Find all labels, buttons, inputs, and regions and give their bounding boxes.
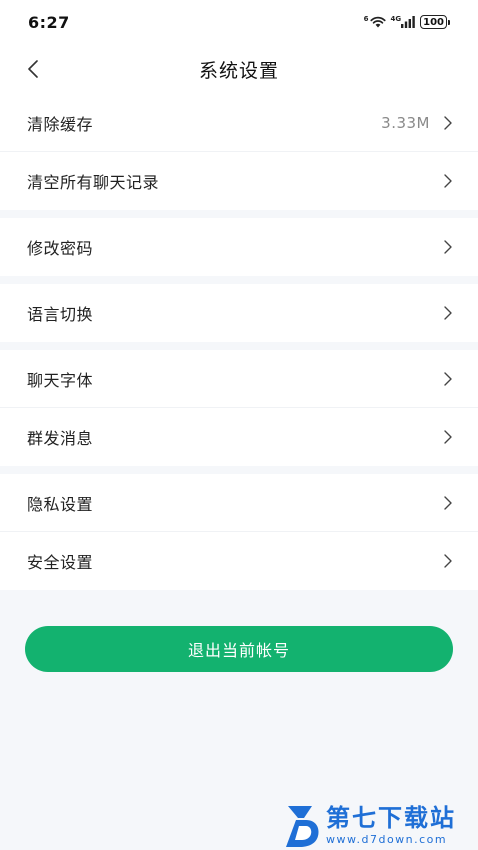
chevron-right-icon	[442, 371, 454, 387]
settings-item-security[interactable]: 安全设置	[0, 532, 478, 590]
settings-group-privacy: 隐私设置 安全设置	[0, 474, 478, 590]
chevron-right-icon	[442, 115, 454, 131]
system-icons: 6 4G 100	[364, 15, 450, 29]
wifi-badge: 6	[363, 15, 369, 23]
chevron-right-icon	[442, 429, 454, 445]
settings-item-chat-font[interactable]: 聊天字体	[0, 350, 478, 408]
settings-item-label: 安全设置	[27, 553, 94, 572]
settings-item-label: 清除缓存	[27, 115, 94, 134]
section-divider	[0, 466, 478, 474]
battery-level: 100	[420, 15, 447, 29]
chevron-right-icon	[442, 495, 454, 511]
settings-item-change-password[interactable]: 修改密码	[0, 218, 478, 276]
chevron-right-icon	[442, 173, 454, 189]
settings-item-clear-cache[interactable]: 清除缓存 3.33M	[0, 94, 478, 152]
section-divider	[0, 342, 478, 350]
network-type: 4G	[390, 15, 402, 23]
settings-item-label: 聊天字体	[27, 371, 94, 390]
settings-group-chat: 聊天字体 群发消息	[0, 350, 478, 466]
back-button[interactable]	[16, 52, 50, 86]
cellular-signal-icon: 4G	[391, 16, 416, 28]
settings-group-password: 修改密码	[0, 218, 478, 276]
chevron-right-icon	[442, 239, 454, 255]
page-title: 系统设置	[198, 59, 279, 82]
settings-item-label: 隐私设置	[27, 495, 94, 514]
chevron-right-icon	[442, 553, 454, 569]
section-divider	[0, 210, 478, 218]
settings-item-clear-chats[interactable]: 清空所有聊天记录	[0, 152, 478, 210]
settings-item-label: 群发消息	[27, 429, 94, 448]
settings-group-language: 语言切换	[0, 284, 478, 342]
settings-group-storage: 清除缓存 3.33M 清空所有聊天记录	[0, 94, 478, 210]
watermark-url: www.d7down.com	[326, 832, 448, 846]
chevron-left-icon	[28, 60, 38, 78]
nav-bar: 系统设置	[0, 44, 478, 94]
logout-button[interactable]: 退出当前帐号	[25, 626, 453, 672]
watermark-text: 第七下载站 www.d7down.com	[326, 806, 456, 845]
d7down-logo-icon	[286, 806, 319, 847]
wifi-icon: 6	[364, 16, 386, 28]
chevron-right-icon	[442, 305, 454, 321]
settings-item-label: 修改密码	[27, 239, 94, 258]
watermark-title: 第七下载站	[326, 803, 456, 832]
status-bar: 6:27 6 4G 100	[0, 0, 478, 44]
cache-size-value: 3.33M	[381, 114, 430, 132]
battery-tip	[448, 19, 450, 25]
watermark: 第七下载站 www.d7down.com	[282, 800, 478, 850]
settings-item-label: 语言切换	[27, 305, 94, 324]
settings-item-language[interactable]: 语言切换	[0, 284, 478, 342]
battery-icon: 100	[420, 15, 450, 29]
section-divider	[0, 276, 478, 284]
settings-list: 清除缓存 3.33M 清空所有聊天记录 修改密码 语言切换 聊天字体 群发消息 …	[0, 94, 478, 590]
settings-item-broadcast[interactable]: 群发消息	[0, 408, 478, 466]
status-time: 6:27	[28, 12, 70, 32]
settings-item-privacy[interactable]: 隐私设置	[0, 474, 478, 532]
settings-item-label: 清空所有聊天记录	[27, 173, 160, 192]
